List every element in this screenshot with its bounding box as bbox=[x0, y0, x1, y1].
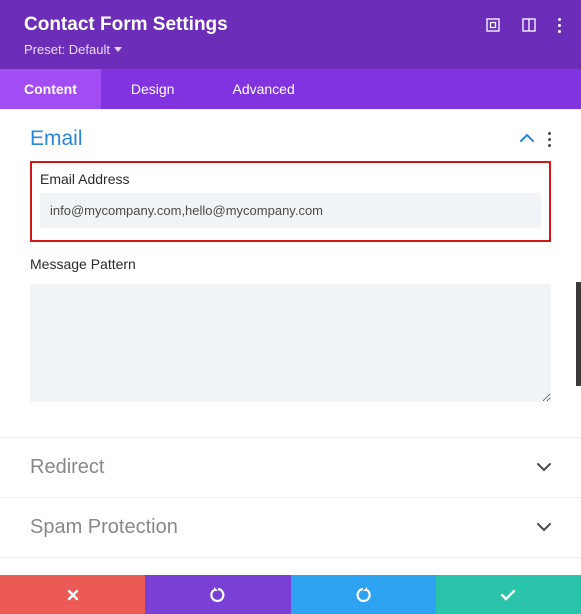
section-email: Email Email Address Message Pattern bbox=[0, 109, 581, 438]
undo-icon bbox=[210, 587, 226, 603]
section-more-icon[interactable] bbox=[548, 132, 551, 147]
tab-design[interactable]: Design bbox=[101, 69, 205, 109]
tab-content[interactable]: Content bbox=[0, 69, 101, 109]
close-icon bbox=[66, 588, 80, 602]
expand-redirect-icon bbox=[537, 459, 551, 477]
caret-down-icon bbox=[114, 47, 122, 53]
panel-icon[interactable] bbox=[522, 18, 536, 32]
section-spam[interactable]: Spam Protection bbox=[0, 498, 581, 558]
preset-label: Preset: Default bbox=[24, 42, 110, 57]
section-spam-title: Spam Protection bbox=[30, 516, 178, 539]
tabs: Content Design Advanced bbox=[0, 69, 581, 109]
expand-spam-icon bbox=[537, 519, 551, 537]
cancel-button[interactable] bbox=[0, 575, 145, 614]
collapse-icon[interactable] bbox=[520, 130, 534, 148]
scrollbar-thumb[interactable] bbox=[576, 282, 581, 386]
section-redirect[interactable]: Redirect bbox=[0, 438, 581, 498]
email-field-highlight: Email Address bbox=[30, 161, 551, 242]
email-address-label: Email Address bbox=[40, 171, 541, 187]
message-pattern-input[interactable] bbox=[30, 284, 551, 402]
content-area: Email Email Address Message Pattern Redi… bbox=[0, 109, 581, 558]
footer-actions bbox=[0, 575, 581, 614]
check-icon bbox=[500, 589, 516, 601]
page-title: Contact Form Settings bbox=[24, 14, 228, 36]
save-button[interactable] bbox=[436, 575, 581, 614]
expand-icon[interactable] bbox=[486, 18, 500, 32]
redo-icon bbox=[355, 587, 371, 603]
preset-selector[interactable]: Preset: Default bbox=[24, 42, 561, 57]
more-icon[interactable] bbox=[558, 18, 561, 33]
tab-advanced[interactable]: Advanced bbox=[204, 69, 318, 109]
redo-button[interactable] bbox=[291, 575, 436, 614]
undo-button[interactable] bbox=[145, 575, 290, 614]
message-pattern-label: Message Pattern bbox=[30, 256, 551, 272]
section-email-title: Email bbox=[30, 127, 83, 151]
section-redirect-title: Redirect bbox=[30, 456, 104, 479]
email-address-input[interactable] bbox=[40, 193, 541, 228]
settings-header: Contact Form Settings Preset: Default bbox=[0, 0, 581, 69]
